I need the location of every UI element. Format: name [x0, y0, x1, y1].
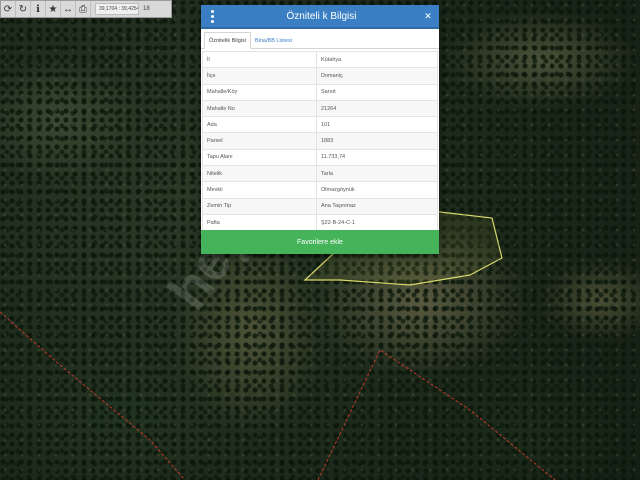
row-value: 21264: [316, 99, 438, 118]
print-icon[interactable]: ⎙: [76, 1, 91, 17]
row-value: Tarla: [316, 165, 438, 183]
star-icon[interactable]: ★: [46, 1, 61, 17]
row-key: Nitelik: [202, 165, 317, 183]
zoom-level: 18: [143, 6, 150, 12]
coordinates-readout: 39,1704 : 39,4254: [95, 3, 139, 15]
row-value: 11.733,74: [316, 148, 438, 167]
dialog-header: Özniteli k Bilgisi ✕: [201, 5, 439, 29]
dialog-tabs: Öznitelik Bilgisi Bina/BB Listesi: [201, 29, 439, 49]
row-key: Mahalle/Köy: [202, 83, 317, 101]
row-key: Pafta: [202, 213, 317, 232]
table-row: İl Kütahya: [202, 50, 438, 69]
table-row: Ada 101: [202, 116, 438, 134]
table-row: Nitelik Tarla: [202, 165, 438, 183]
attribute-info-dialog: Özniteli k Bilgisi ✕ Öznitelik Bilgisi B…: [201, 5, 439, 254]
tab-attribute-info[interactable]: Öznitelik Bilgisi: [204, 32, 251, 49]
dialog-title: Özniteli k Bilgisi: [286, 10, 357, 22]
menu-dots-icon[interactable]: [201, 4, 223, 28]
move-icon[interactable]: ↔: [61, 1, 76, 17]
row-key: İl: [202, 50, 317, 69]
row-key: Parsel: [202, 132, 317, 150]
add-to-favorites-button[interactable]: Favorilere ekle: [201, 230, 439, 254]
row-value: Ş22-B-24-C-1: [316, 213, 438, 232]
table-row: İlçe Domaniç: [202, 67, 438, 85]
table-row: Pafta Ş22-B-24-C-1: [202, 213, 438, 232]
table-row: Zemin Tip Ana Taşınmaz: [202, 197, 438, 215]
row-value: Olmazgöynük: [316, 181, 438, 199]
sync-icon[interactable]: ↻: [16, 1, 31, 17]
attribute-table: İl Kütahya İlçe Domaniç Mahalle/Köy Sarıot …: [202, 50, 438, 232]
map-toolbar: ⟳ ↻ ℹ ★ ↔ ⎙ 39,1704 : 39,4254 18: [0, 0, 172, 18]
row-key: Zemin Tip: [202, 197, 317, 215]
table-row: Tapu Alanı 11.733,74: [202, 148, 438, 167]
row-value: 1883: [316, 132, 438, 150]
table-row: Mahalle/Köy Sarıot: [202, 83, 438, 101]
row-key: Mahalle No: [202, 99, 317, 118]
row-value: Sarıot: [316, 83, 438, 101]
table-row: Mahalle No 21264: [202, 99, 438, 118]
close-icon[interactable]: ✕: [420, 11, 436, 22]
row-value: Ana Taşınmaz: [316, 197, 438, 215]
row-key: İlçe: [202, 67, 317, 85]
tab-building-list[interactable]: Bina/BB Listesi: [251, 33, 296, 48]
refresh-icon[interactable]: ⟳: [1, 1, 16, 17]
table-row: Parsel 1883: [202, 132, 438, 150]
boundary-line-left: [0, 311, 186, 480]
row-value: Domaniç: [316, 67, 438, 85]
row-value: 101: [316, 116, 438, 134]
row-key: Mevkii: [202, 181, 317, 199]
boundary-line-right: [317, 349, 556, 480]
row-key: Ada: [202, 116, 317, 134]
row-value: Kütahya: [316, 50, 438, 69]
info-icon[interactable]: ℹ: [31, 1, 46, 17]
table-row: Mevkii Olmazgöynük: [202, 181, 438, 199]
row-key: Tapu Alanı: [202, 148, 317, 167]
